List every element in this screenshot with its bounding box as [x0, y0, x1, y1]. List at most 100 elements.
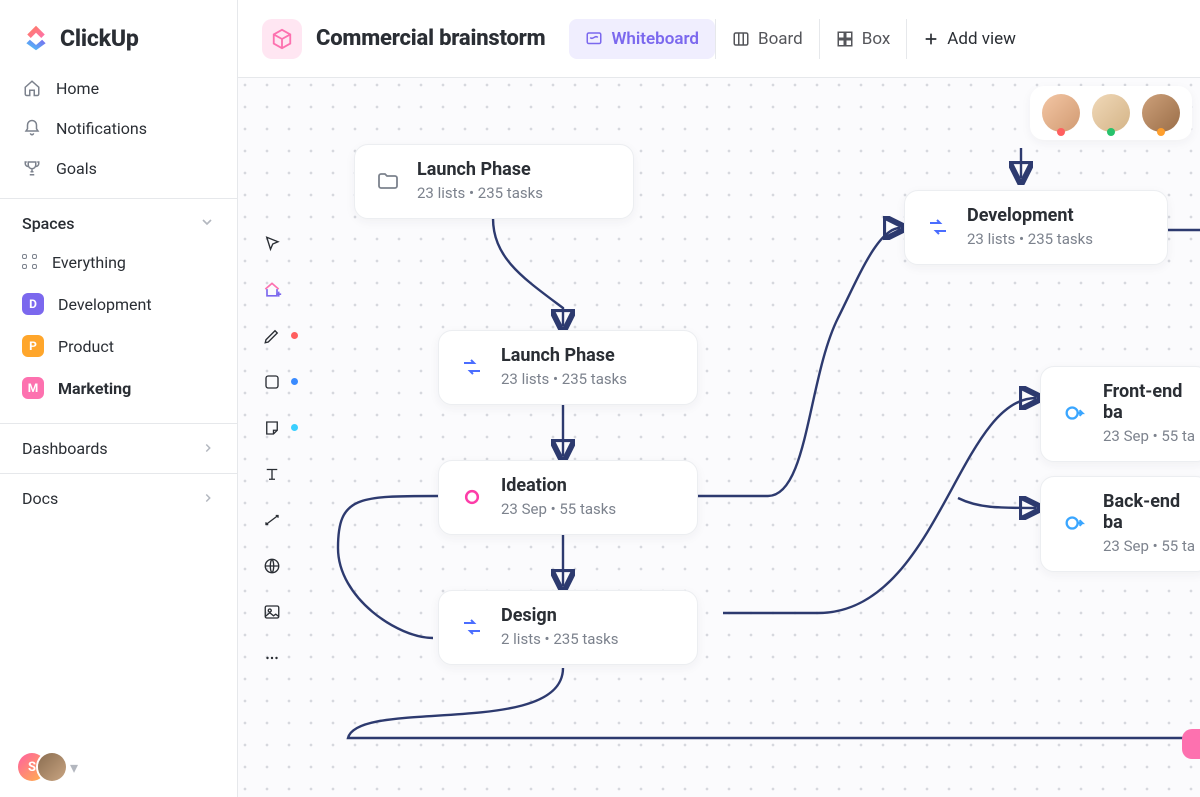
nav-goals[interactable]: Goals [10, 148, 227, 188]
page-type-icon [262, 19, 302, 59]
whiteboard-icon [585, 30, 603, 48]
task-icon [1061, 510, 1087, 536]
board-icon [732, 30, 750, 48]
card-title: Launch Phase [501, 345, 627, 366]
circle-open-icon [459, 484, 485, 510]
tool-rail [252, 228, 292, 674]
collaborator-strip[interactable] [1030, 86, 1192, 140]
spaces-header[interactable]: Spaces [0, 198, 237, 241]
chevron-right-icon [201, 440, 215, 459]
card-meta: 23 Sep • 55 ta [1103, 537, 1200, 555]
card-title: Back-end ba [1103, 491, 1200, 533]
edge-handle[interactable] [1182, 729, 1200, 759]
app-name: ClickUp [60, 25, 139, 52]
space-label: Product [58, 337, 114, 356]
user-avatar-secondary [38, 753, 66, 781]
space-marketing[interactable]: M Marketing [10, 367, 227, 409]
user-switcher[interactable]: S ▾ [0, 737, 237, 797]
card-meta: 23 lists • 235 tasks [417, 184, 543, 202]
everything-icon [22, 254, 38, 270]
nav-goals-label: Goals [56, 159, 97, 178]
page-title: Commercial brainstorm [316, 26, 545, 51]
space-badge: M [22, 377, 44, 399]
view-header: Commercial brainstorm Whiteboard Board B… [238, 0, 1200, 78]
card-backend[interactable]: Back-end ba 23 Sep • 55 ta [1040, 476, 1200, 572]
card-development[interactable]: Development 23 lists • 235 tasks [904, 190, 1168, 265]
card-launch-folder[interactable]: Launch Phase 23 lists • 235 tasks [354, 144, 634, 219]
tab-box[interactable]: Box [819, 19, 907, 59]
cursor-icon[interactable] [256, 228, 288, 260]
add-view-button[interactable]: Add view [906, 19, 1032, 59]
chevron-down-icon [199, 214, 215, 234]
image-icon[interactable] [256, 596, 288, 628]
card-title: Ideation [501, 475, 616, 496]
section-label: Docs [22, 489, 58, 508]
folder-icon [375, 168, 401, 194]
space-badge: D [22, 293, 44, 315]
card-meta: 23 lists • 235 tasks [501, 370, 627, 388]
space-everything[interactable]: Everything [10, 241, 227, 283]
bell-icon [22, 118, 42, 138]
card-meta: 2 lists • 235 tasks [501, 630, 619, 648]
space-development[interactable]: D Development [10, 283, 227, 325]
view-tabs: Whiteboard Board Box Add view [569, 19, 1031, 59]
spaces-header-label: Spaces [22, 214, 74, 233]
tab-whiteboard[interactable]: Whiteboard [569, 19, 715, 59]
card-meta: 23 Sep • 55 ta [1103, 427, 1200, 445]
whiteboard-canvas[interactable]: .collab-av:nth-child(1)::after{backgroun… [238, 78, 1200, 797]
space-badge: P [22, 335, 44, 357]
nav-notifications-label: Notifications [56, 119, 147, 138]
sidebar: ClickUp Home Notifications Goals Spaces … [0, 0, 238, 797]
more-icon[interactable] [256, 642, 288, 674]
nav-home-label: Home [56, 79, 99, 98]
chevron-right-icon [201, 490, 215, 509]
card-title: Front-end ba [1103, 381, 1200, 423]
avatar[interactable] [1142, 94, 1180, 132]
app-logo[interactable]: ClickUp [0, 0, 237, 68]
box-icon [836, 30, 854, 48]
caret-down-icon: ▾ [70, 758, 78, 777]
card-title: Launch Phase [417, 159, 543, 180]
card-meta: 23 lists • 235 tasks [967, 230, 1093, 248]
card-frontend[interactable]: Front-end ba 23 Sep • 55 ta [1040, 366, 1200, 462]
space-label: Marketing [58, 379, 131, 398]
plus-icon [923, 31, 939, 47]
tab-label: Box [862, 29, 891, 49]
spaces-list: Everything D Development P Product M Mar… [0, 241, 237, 409]
avatar[interactable] [1092, 94, 1130, 132]
sticky-icon[interactable] [256, 412, 288, 444]
section-docs[interactable]: Docs [0, 473, 237, 523]
space-label: Development [58, 295, 152, 314]
tab-board[interactable]: Board [715, 19, 819, 59]
primary-nav: Home Notifications Goals [0, 68, 237, 188]
sprint-icon [925, 214, 951, 240]
card-ideation[interactable]: Ideation 23 Sep • 55 tasks [438, 460, 698, 535]
card-title: Design [501, 605, 619, 626]
task-icon [1061, 400, 1087, 426]
home-icon [22, 78, 42, 98]
nav-home[interactable]: Home [10, 68, 227, 108]
home-plus-icon[interactable] [256, 274, 288, 306]
sprint-icon [459, 354, 485, 380]
connector-icon[interactable] [256, 504, 288, 536]
card-design[interactable]: Design 2 lists • 235 tasks [438, 590, 698, 665]
clickup-logo-icon [22, 24, 50, 52]
space-product[interactable]: P Product [10, 325, 227, 367]
card-launch-sprint[interactable]: Launch Phase 23 lists • 235 tasks [438, 330, 698, 405]
space-label: Everything [52, 253, 126, 272]
trophy-icon [22, 158, 42, 178]
nav-notifications[interactable]: Notifications [10, 108, 227, 148]
tab-label: Whiteboard [611, 29, 699, 49]
section-dashboards[interactable]: Dashboards [0, 423, 237, 473]
avatar[interactable] [1042, 94, 1080, 132]
section-label: Dashboards [22, 439, 108, 458]
square-icon[interactable] [256, 366, 288, 398]
card-title: Development [967, 205, 1093, 226]
add-view-label: Add view [947, 29, 1016, 49]
text-icon[interactable] [256, 458, 288, 490]
sprint-icon [459, 614, 485, 640]
tab-label: Board [758, 29, 803, 49]
card-meta: 23 Sep • 55 tasks [501, 500, 616, 518]
globe-icon[interactable] [256, 550, 288, 582]
pen-icon[interactable] [256, 320, 288, 352]
